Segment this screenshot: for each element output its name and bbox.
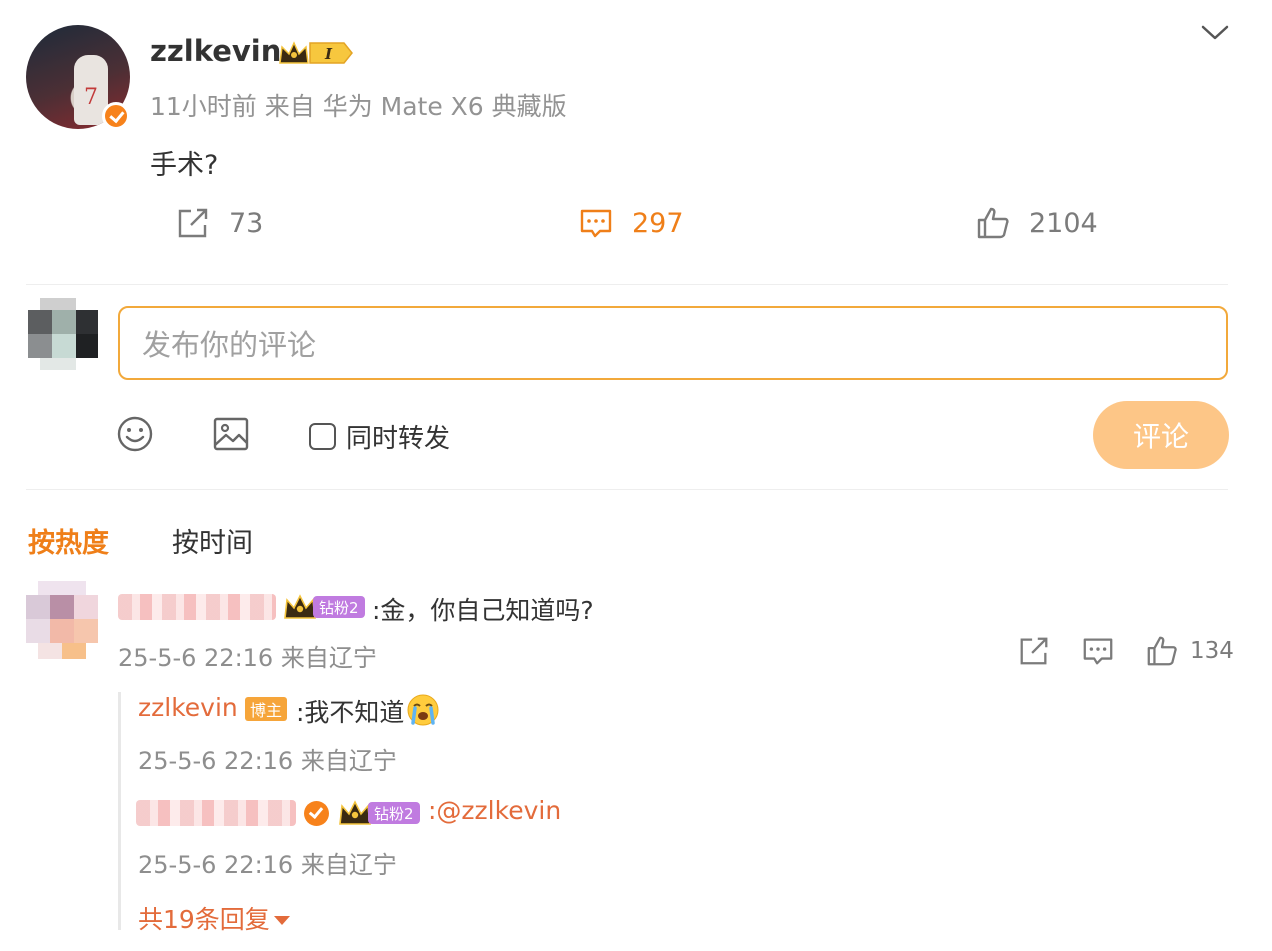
- reply-meta: 25-5-6 22:16 来自辽宁: [138, 851, 397, 879]
- repost-count: 73: [229, 207, 264, 239]
- comment-count: 297: [632, 207, 684, 239]
- post-meta: 11小时前 来自 华为 Mate X6 典藏版: [150, 92, 567, 121]
- repost-button[interactable]: 73: [175, 203, 263, 243]
- author-badge: 博主: [245, 697, 288, 721]
- caret-down-icon: [273, 915, 290, 925]
- cry-emoji-icon: [407, 694, 439, 726]
- vip-level-text: I: [324, 45, 333, 63]
- comment-reply-icon[interactable]: [1081, 634, 1115, 668]
- divider: [26, 489, 1228, 490]
- more-replies-link[interactable]: 共19条回复: [138, 900, 290, 936]
- comment-like-count: 134: [1190, 638, 1234, 664]
- like-count: 2104: [1029, 207, 1098, 239]
- verified-badge-icon: [102, 102, 130, 130]
- image-icon[interactable]: [212, 415, 250, 453]
- post-text: 手术?: [150, 150, 219, 181]
- reply-author-name-blurred[interactable]: [136, 800, 296, 826]
- comment-button[interactable]: 297: [578, 203, 684, 243]
- commenter-avatar[interactable]: [26, 581, 98, 659]
- comment-input[interactable]: 发布你的评论: [118, 306, 1228, 380]
- reply-thread-line: [118, 692, 121, 930]
- comment-text: :金，你自己知道吗?: [372, 596, 594, 625]
- post-author-name[interactable]: zzlkevin: [150, 34, 281, 68]
- crown-icon: [339, 800, 371, 825]
- like-icon: [977, 207, 1009, 239]
- reply-meta: 25-5-6 22:16 来自辽宁: [138, 747, 397, 775]
- comment-icon: [580, 209, 612, 238]
- fan-badge-label: 钻粉2: [368, 802, 420, 824]
- checkbox-box[interactable]: [309, 423, 336, 450]
- current-user-avatar[interactable]: [28, 298, 98, 370]
- repost-icon: [178, 208, 208, 238]
- submit-comment-button[interactable]: 评论: [1093, 401, 1229, 469]
- tab-sort-by-time[interactable]: 按时间: [172, 521, 253, 560]
- like-button[interactable]: 2104: [975, 203, 1098, 243]
- more-replies-label: 共19条回复: [138, 905, 270, 934]
- comment-repost-icon[interactable]: [1017, 634, 1051, 668]
- fan-badge: 钻粉2: [283, 592, 365, 622]
- verified-icon: [304, 801, 329, 826]
- comment-meta: 25-5-6 22:16 来自辽宁: [118, 644, 377, 672]
- reply-text: :我不知道: [296, 698, 405, 727]
- emoji-icon[interactable]: [116, 415, 154, 453]
- repost-checkbox-label: 同时转发: [346, 424, 451, 454]
- commenter-name-blurred[interactable]: [118, 594, 276, 620]
- reply-author-name[interactable]: zzlkevin: [138, 693, 238, 722]
- crown-icon: [284, 594, 316, 619]
- fan-badge-label: 钻粉2: [313, 596, 365, 618]
- tab-sort-by-hot[interactable]: 按热度: [28, 521, 109, 560]
- reply-mention-text[interactable]: :@zzlkevin: [428, 796, 561, 825]
- divider: [26, 284, 1228, 285]
- fan-badge: 钻粉2: [338, 798, 420, 828]
- repost-checkbox[interactable]: 同时转发: [309, 418, 450, 455]
- comment-like-icon[interactable]: [1145, 634, 1179, 668]
- comment-input-placeholder: 发布你的评论: [142, 328, 317, 362]
- vip-level-badge[interactable]: I: [278, 39, 354, 67]
- expand-chevron-icon[interactable]: [1200, 20, 1230, 44]
